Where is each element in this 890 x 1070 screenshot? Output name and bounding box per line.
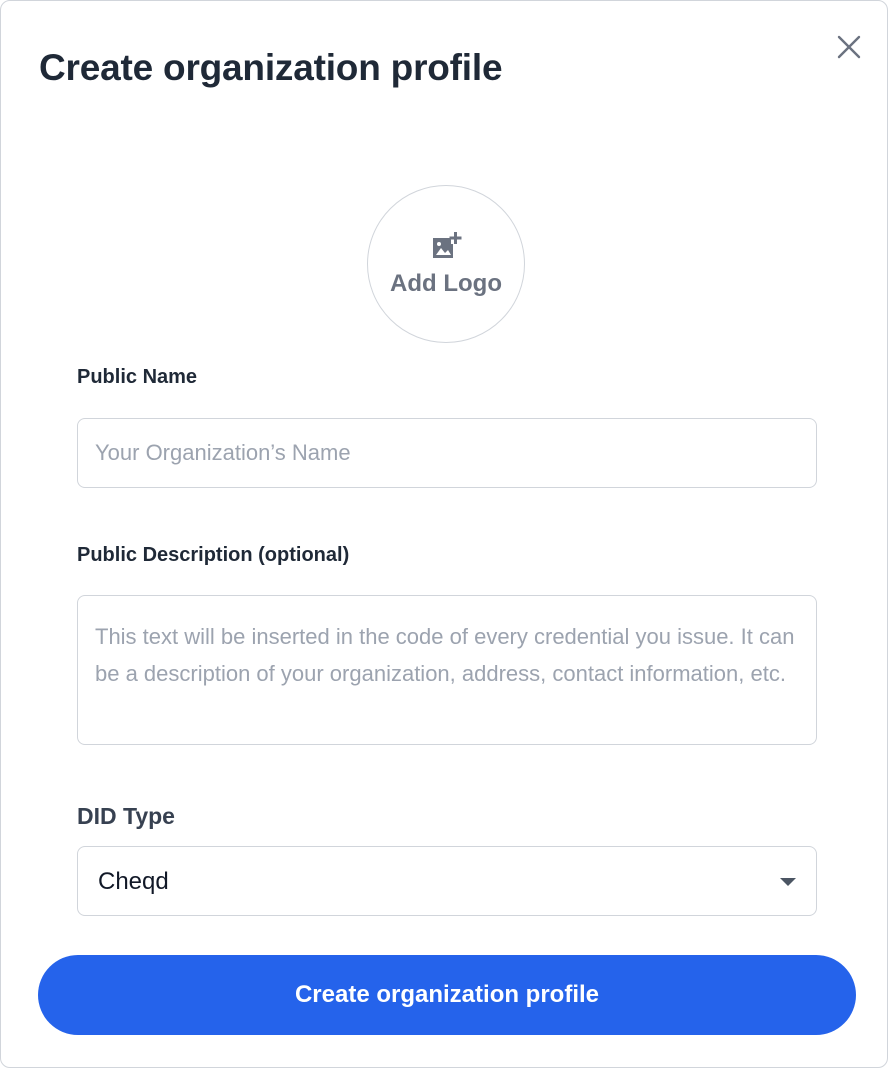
close-button[interactable] [835,33,863,61]
close-icon [837,35,861,59]
did-type-label: DID Type [77,803,175,829]
public-name-input[interactable] [77,418,817,488]
public-description-label: Public Description (optional) [77,544,350,566]
create-organization-profile-button[interactable]: Create organization profile [38,955,856,1035]
add-logo-label: Add Logo [390,270,502,297]
public-description-textarea[interactable] [77,595,817,745]
did-type-select[interactable]: Cheqd [77,846,817,916]
did-type-selected-value: Cheqd [98,868,169,895]
modal-title: Create organization profile [39,47,503,88]
chevron-down-icon [780,878,796,886]
add-image-icon [433,232,462,258]
public-name-label: Public Name [77,366,198,388]
create-organization-modal: Create organization profile Add Logo Pub… [0,0,888,1068]
add-logo-button[interactable]: Add Logo [367,185,525,343]
